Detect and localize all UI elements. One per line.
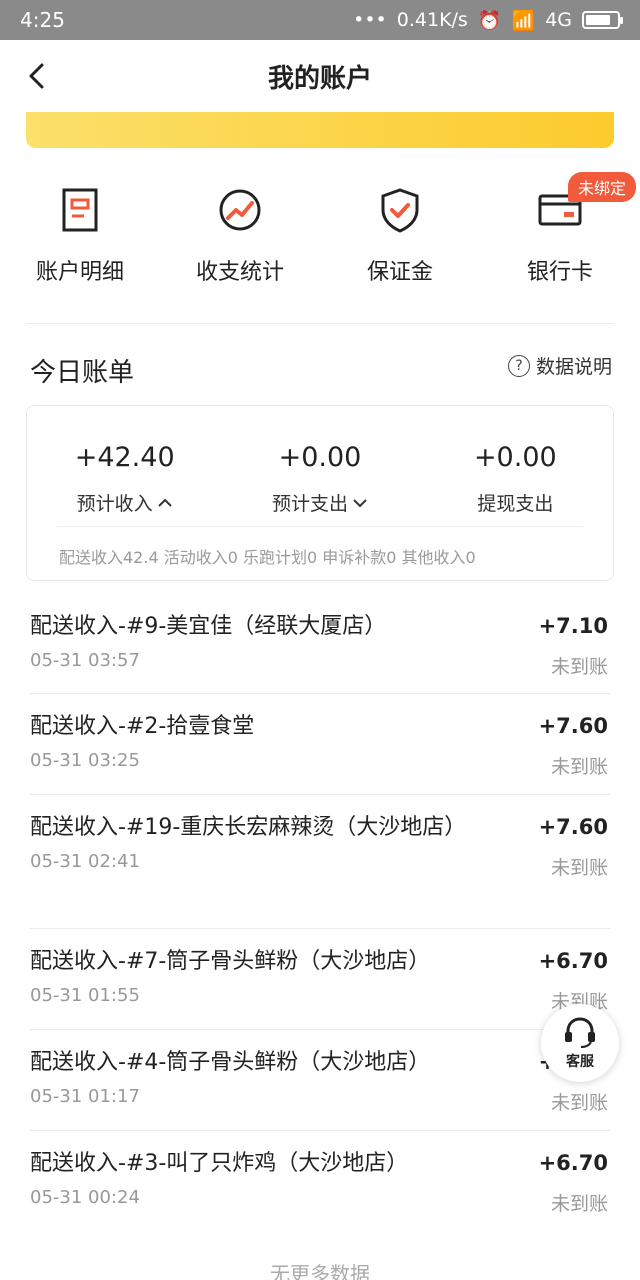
summary-label: 预计收入 [76,493,153,515]
quick-deposit[interactable]: 保证金 [320,186,480,296]
quick-label: 收支统计 [195,260,284,285]
transaction-status: 未到账 [550,1193,608,1215]
divider [26,323,614,324]
summary-income[interactable]: +42.40 预计收入 [27,406,222,524]
back-arrow-icon[interactable] [24,62,52,90]
summary-divider [57,526,583,527]
shield-icon [381,188,419,233]
chevron-up-icon [157,498,172,507]
transaction-row[interactable]: 配送收入-#7-筒子骨头鲜粉（大沙地店） 05-31 01:55 +6.70 未… [30,929,610,1030]
transaction-title: 配送收入-#9-美宜佳（经联大厦店） [30,614,387,639]
transaction-row[interactable]: 配送收入-#9-美宜佳（经联大厦店） 05-31 03:57 +7.10 未到账 [30,594,610,694]
transaction-row[interactable]: 配送收入-#3-叫了只炸鸡（大沙地店） 05-31 00:24 +6.70 未到… [30,1131,610,1232]
quick-actions: 账户明细 收支统计 保证金 未绑定 银行卡 [0,172,640,296]
transaction-title: 配送收入-#4-筒子骨头鲜粉（大沙地店） [30,1050,431,1075]
transaction-amount: +7.10 [538,614,608,638]
summary-label: 预计支出 [271,493,348,515]
transaction-status: 未到账 [550,857,608,879]
network-type: 4G [545,9,572,31]
transaction-time: 05-31 02:41 [30,851,140,872]
income-breakdown: 配送收入42.4 活动收入0 乐跑计划0 申诉补款0 其他收入0 [59,548,476,567]
page-title: 我的账户 [267,63,372,94]
transaction-time: 05-31 01:55 [30,985,140,1006]
transaction-amount: +7.60 [538,714,608,738]
headset-icon [565,1017,595,1048]
signal-icon: 📶 [511,9,536,32]
summary-amount: +0.00 [278,442,362,473]
summary-expense[interactable]: +0.00 预计支出 [222,406,417,524]
transaction-status: 未到账 [550,756,608,778]
transaction-time: 05-31 00:24 [30,1187,140,1208]
data-explain-link[interactable]: ? 数据说明 [507,352,612,379]
transaction-title: 配送收入-#3-叫了只炸鸡（大沙地店） [30,1151,409,1176]
transaction-list: 配送收入-#9-美宜佳（经联大厦店） 05-31 03:57 +7.10 未到账… [30,594,610,1232]
transaction-row[interactable]: 配送收入-#19-重庆长宏麻辣烫（大沙地店） 05-31 02:41 +7.60… [30,795,610,929]
transaction-row[interactable]: 配送收入-#4-筒子骨头鲜粉（大沙地店） 05-31 01:17 +6.70 未… [30,1030,610,1131]
more-dots: ••• [353,9,387,31]
summary-amount: +42.40 [74,442,175,473]
summary-label: 提现支出 [477,493,554,515]
section-title: 今日账单 [30,358,135,388]
quick-label: 账户明细 [35,260,124,285]
status-bar: 4:25 ••• 0.41K/s ⏰ 📶 4G [0,0,640,40]
quick-label: 保证金 [366,260,433,285]
question-icon: ? [507,354,530,377]
transaction-title: 配送收入-#19-重庆长宏麻辣烫（大沙地店） [30,815,467,840]
no-more-data: 无更多数据 [270,1262,370,1280]
chevron-down-icon [353,498,367,507]
transaction-time: 05-31 03:57 [30,650,140,671]
customer-service-button[interactable]: 客服 [541,1004,619,1082]
transaction-row[interactable]: 配送收入-#2-拾壹食堂 05-31 03:25 +7.60 未到账 [30,694,610,795]
transaction-amount: +6.70 [538,949,608,973]
summary-amount: +0.00 [473,442,557,473]
transaction-title: 配送收入-#7-筒子骨头鲜粉（大沙地店） [30,949,431,974]
chart-circle-icon [219,189,261,231]
transaction-title: 配送收入-#2-拾壹食堂 [30,714,255,739]
data-explain-label: 数据说明 [535,356,612,378]
nav-bar: 我的账户 [0,40,640,112]
document-icon [62,188,98,232]
quick-label: 银行卡 [526,260,593,285]
today-summary-card: +42.40 预计收入 +0.00 预计支出 +0.00 提现支出 配送收入42… [26,405,614,581]
transaction-status: 未到账 [550,1092,608,1114]
transaction-amount: +6.70 [538,1151,608,1175]
network-speed: 0.41K/s [396,9,468,31]
unbound-badge: 未绑定 [567,172,636,202]
quick-income-stats[interactable]: 收支统计 [160,186,320,296]
service-label: 客服 [566,1054,594,1070]
summary-withdraw: +0.00 提现支出 [418,406,613,524]
quick-bank-card[interactable]: 未绑定 银行卡 [480,172,640,296]
alarm-icon: ⏰ [477,9,502,32]
status-time: 4:25 [20,8,65,32]
quick-account-detail[interactable]: 账户明细 [0,186,160,296]
transaction-time: 05-31 03:25 [30,750,140,771]
battery-icon [582,11,623,29]
balance-card[interactable] [26,112,614,148]
transaction-amount: +7.60 [538,815,608,839]
transaction-time: 05-31 01:17 [30,1086,140,1107]
transaction-status: 未到账 [550,656,608,678]
